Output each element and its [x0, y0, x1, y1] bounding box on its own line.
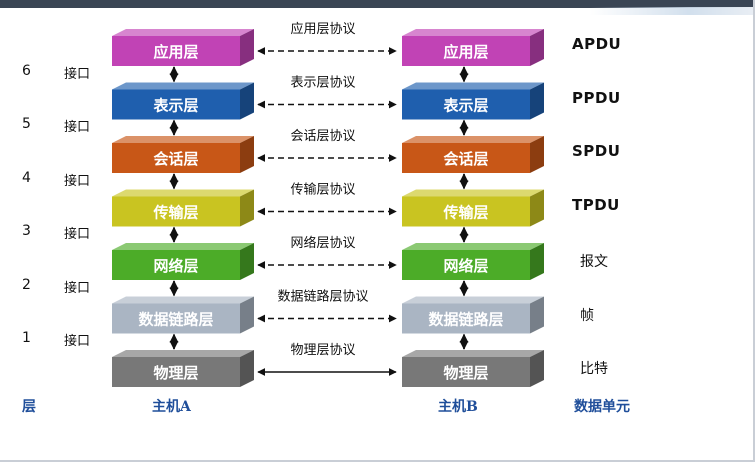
osi-stack-diagram: 应用层表示层会话层传输层网络层数据链路层物理层 应用层表示层会话层传输层网络层数…	[112, 21, 544, 387]
layer-name: 表示层	[443, 97, 488, 115]
block-top-face	[112, 189, 254, 197]
layer-name: 物理层	[443, 364, 488, 382]
host-a-layer-block: 传输层	[112, 189, 254, 227]
interface-label: 接口	[64, 227, 91, 243]
block-top-face	[402, 189, 544, 197]
interface-label: 接口	[64, 173, 91, 189]
block-top-face	[402, 350, 544, 357]
layer-header: 层	[22, 399, 36, 415]
interface-number: 1	[22, 330, 31, 347]
data-unit-label: APDU	[572, 35, 622, 53]
interface-label: 接口	[64, 120, 91, 136]
host-b-layer-block: 数据链路层	[402, 296, 544, 334]
host-a-layer-block: 表示层	[112, 82, 254, 120]
interface-number: 2	[22, 276, 31, 293]
data-unit-label: PPDU	[572, 88, 621, 107]
interface-label: 接口	[64, 334, 91, 350]
layer-name: 网络层	[443, 257, 488, 275]
layer-name: 传输层	[442, 204, 488, 222]
layer-name: 应用层	[153, 43, 198, 61]
block-top-face	[112, 136, 254, 143]
data-unit-label: SPDU	[572, 142, 621, 160]
block-top-face	[112, 243, 254, 250]
layer-name: 会话层	[443, 150, 488, 168]
data-unit-label: 帧	[580, 307, 594, 324]
data-unit-header: 数据单元	[574, 399, 630, 415]
layer-name: 传输层	[152, 204, 198, 222]
block-top-face	[402, 82, 544, 90]
layer-name: 网络层	[153, 257, 198, 275]
host-b-layer-block: 网络层	[402, 243, 544, 280]
data-unit-label: 比特	[580, 361, 608, 377]
host-b-layer-block: 物理层	[402, 350, 544, 387]
host-b-layer-block: 表示层	[402, 82, 544, 120]
layer-name: 应用层	[443, 43, 488, 61]
layer-name: 数据链路层	[138, 311, 213, 329]
interface-number: 6	[22, 62, 31, 79]
interface-number: 3	[22, 223, 31, 240]
host-a-layer-block: 网络层	[112, 243, 254, 280]
host-b-layer-block: 传输层	[402, 189, 544, 227]
host-a-layer-block: 会话层	[112, 136, 254, 173]
protocol-label: 会话层协议	[290, 129, 355, 144]
protocol-label: 传输层协议	[290, 182, 355, 198]
layer-name: 数据链路层	[428, 311, 503, 329]
host-b-layer-block: 会话层	[402, 136, 544, 173]
host-a-stack: 应用层表示层会话层传输层网络层数据链路层物理层	[112, 29, 254, 387]
host-a-layer-block: 物理层	[112, 350, 254, 387]
protocol-label: 应用层协议	[290, 21, 355, 37]
data-unit-label: TPDU	[572, 195, 620, 214]
host-b-stack: 应用层表示层会话层传输层网络层数据链路层物理层	[402, 29, 544, 387]
block-top-face	[402, 243, 544, 250]
interface-label: 接口	[64, 280, 91, 296]
block-top-face	[112, 350, 254, 357]
layer-name: 表示层	[153, 97, 198, 115]
protocol-label: 物理层协议	[290, 343, 355, 358]
host-a-layer-block: 应用层	[112, 29, 254, 66]
peer-protocol-links: 应用层协议表示层协议会话层协议传输层协议网络层协议数据链路层协议物理层协议	[257, 21, 397, 376]
block-top-face	[402, 136, 544, 143]
layer-name: 会话层	[153, 150, 198, 168]
block-top-face	[402, 296, 544, 304]
protocol-label: 数据链路层协议	[277, 289, 368, 305]
interface-label: 接口	[64, 66, 91, 82]
protocol-label: 表示层协议	[290, 76, 355, 91]
block-top-face	[112, 82, 254, 90]
interface-number: 5	[22, 116, 31, 133]
interface-number: 4	[22, 169, 31, 186]
block-top-face	[402, 29, 544, 36]
host-a-label: 主机A	[152, 399, 191, 415]
protocol-label: 网络层协议	[290, 235, 355, 251]
layer-name: 物理层	[153, 364, 198, 382]
block-top-face	[112, 296, 254, 304]
host-a-layer-block: 数据链路层	[112, 296, 254, 334]
host-b-label: 主机B	[438, 399, 478, 415]
block-top-face	[112, 29, 254, 36]
host-b-layer-block: 应用层	[402, 29, 544, 66]
data-unit-label: 报文	[580, 254, 608, 270]
